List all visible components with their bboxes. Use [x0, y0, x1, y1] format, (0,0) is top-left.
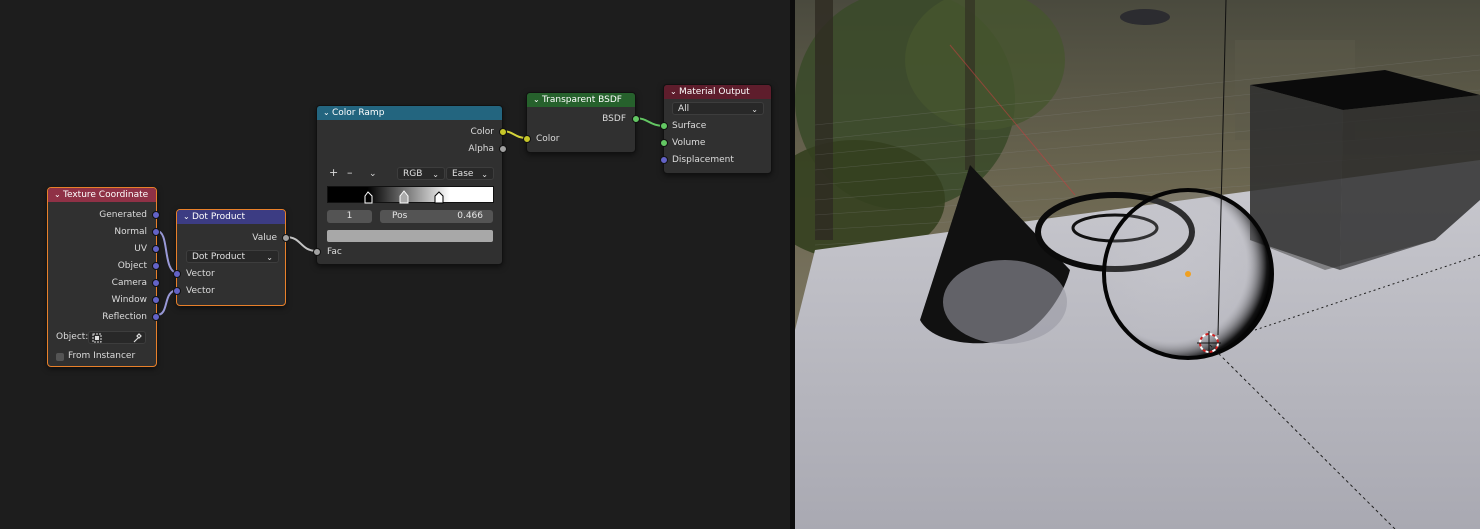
socket-vector-1[interactable]	[173, 270, 181, 278]
collapse-chevron-icon[interactable]: ⌄	[670, 85, 679, 99]
pos-label: Pos	[392, 211, 408, 221]
output-color: Color	[470, 127, 495, 137]
material-output-node[interactable]: ⌄ Material Output All ⌄ Surface Volume Dis…	[660, 84, 772, 174]
socket-normal[interactable]	[152, 228, 160, 236]
node-editor[interactable]: ⌄ Texture Coordinate Generated Normal UV …	[0, 0, 790, 529]
socket-displacement[interactable]	[660, 156, 668, 164]
socket-camera[interactable]	[152, 279, 160, 287]
collapse-chevron-icon[interactable]: ⌄	[183, 210, 192, 224]
socket-bsdf[interactable]	[632, 115, 640, 123]
socket-window[interactable]	[152, 296, 160, 304]
output-alpha: Alpha	[468, 144, 494, 154]
operation-dropdown[interactable]: Dot Product ⌄	[186, 250, 279, 263]
stop-index-field[interactable]: 1	[327, 210, 372, 223]
remove-stop-button[interactable]: –	[347, 166, 353, 180]
output-camera: Camera	[111, 278, 147, 288]
socket-value[interactable]	[282, 234, 290, 242]
node-title: Material Output	[679, 87, 750, 97]
stop-position-field[interactable]: Pos 0.466	[380, 210, 493, 223]
input-surface: Surface	[672, 121, 707, 131]
socket-reflection[interactable]	[152, 313, 160, 321]
chevron-down-icon: ⌄	[432, 170, 439, 179]
socket-surface[interactable]	[660, 122, 668, 130]
sphere-object	[1102, 188, 1274, 360]
node-title: Texture Coordinate	[63, 190, 149, 200]
ramp-menu-chevron-icon[interactable]: ⌄	[369, 167, 377, 181]
target-value: All	[678, 104, 690, 114]
interpolation-value: Ease	[452, 169, 474, 179]
socket-color-out[interactable]	[499, 128, 507, 136]
ramp-stops	[364, 190, 444, 204]
texture-coordinate-node[interactable]: ⌄ Texture Coordinate Generated Normal UV …	[47, 187, 160, 367]
object-picker-field[interactable]	[88, 331, 146, 344]
input-color: Color	[536, 134, 560, 144]
add-stop-button[interactable]: +	[329, 166, 338, 180]
texture-coordinate-header[interactable]: ⌄ Texture Coordinate	[48, 188, 156, 202]
dot-product-header[interactable]: ⌄ Dot Product	[177, 210, 285, 224]
socket-object[interactable]	[152, 262, 160, 270]
output-window: Window	[111, 295, 148, 305]
dot-product-node[interactable]: ⌄ Dot Product Value Dot Product ⌄ Vector V…	[173, 209, 290, 306]
node-title: Dot Product	[192, 212, 245, 222]
node-title: Transparent BSDF	[542, 95, 622, 105]
output-value: Value	[252, 233, 277, 243]
collapse-chevron-icon[interactable]: ⌄	[533, 93, 542, 107]
stop-color-swatch[interactable]	[327, 230, 493, 242]
from-instancer-label: From Instancer	[68, 351, 136, 361]
socket-fac[interactable]	[313, 248, 321, 256]
socket-color-in[interactable]	[523, 135, 531, 143]
wire-value-to-fac	[285, 236, 318, 252]
socket-vector-2[interactable]	[173, 287, 181, 295]
output-uv: UV	[134, 244, 147, 254]
interpolation-dropdown[interactable]: Ease ⌄	[446, 167, 494, 180]
input-vector-2: Vector	[186, 286, 215, 296]
ramp-stop-active[interactable]	[399, 190, 409, 204]
output-generated: Generated	[99, 210, 147, 220]
object-square-icon	[92, 333, 102, 343]
node-title: Color Ramp	[332, 108, 385, 118]
output-bsdf: BSDF	[602, 114, 626, 124]
socket-volume[interactable]	[660, 139, 668, 147]
collapse-chevron-icon[interactable]: ⌄	[54, 188, 63, 202]
input-vector-1: Vector	[186, 269, 215, 279]
eyedropper-icon[interactable]	[132, 333, 142, 343]
object-label: Object:	[56, 332, 89, 342]
input-fac: Fac	[327, 247, 342, 257]
transparent-bsdf-header[interactable]: ⌄ Transparent BSDF	[527, 93, 635, 107]
input-volume: Volume	[672, 138, 706, 148]
chevron-down-icon: ⌄	[751, 105, 758, 114]
chevron-down-icon: ⌄	[481, 170, 488, 179]
3d-viewport[interactable]	[795, 0, 1480, 529]
transparent-bsdf-node[interactable]: ⌄ Transparent BSDF BSDF Color	[523, 92, 640, 153]
chevron-down-icon: ⌄	[266, 253, 273, 262]
input-displacement: Displacement	[672, 155, 734, 165]
color-mode-value: RGB	[403, 169, 423, 179]
color-ramp-node[interactable]: ⌄ Color Ramp Color Alpha + – ⌄ RGB ⌄ Ease ⌄…	[313, 105, 507, 265]
from-instancer-checkbox[interactable]	[56, 353, 64, 361]
target-dropdown[interactable]: All ⌄	[672, 102, 764, 115]
wire-normal-to-vector	[156, 230, 179, 274]
output-reflection: Reflection	[102, 312, 147, 322]
output-normal: Normal	[114, 227, 147, 237]
color-mode-dropdown[interactable]: RGB ⌄	[397, 167, 445, 180]
socket-generated[interactable]	[152, 211, 160, 219]
socket-uv[interactable]	[152, 245, 160, 253]
viewport-render	[795, 0, 1480, 529]
pos-value: 0.466	[457, 211, 483, 221]
color-ramp-header[interactable]: ⌄ Color Ramp	[317, 106, 502, 120]
collapse-chevron-icon[interactable]: ⌄	[323, 106, 332, 120]
ramp-stop-white[interactable]	[434, 191, 444, 204]
operation-value: Dot Product	[192, 252, 245, 262]
output-object: Object	[117, 261, 147, 271]
socket-alpha-out[interactable]	[499, 145, 507, 153]
ramp-stop-black[interactable]	[364, 191, 373, 204]
material-output-header[interactable]: ⌄ Material Output	[664, 85, 771, 99]
